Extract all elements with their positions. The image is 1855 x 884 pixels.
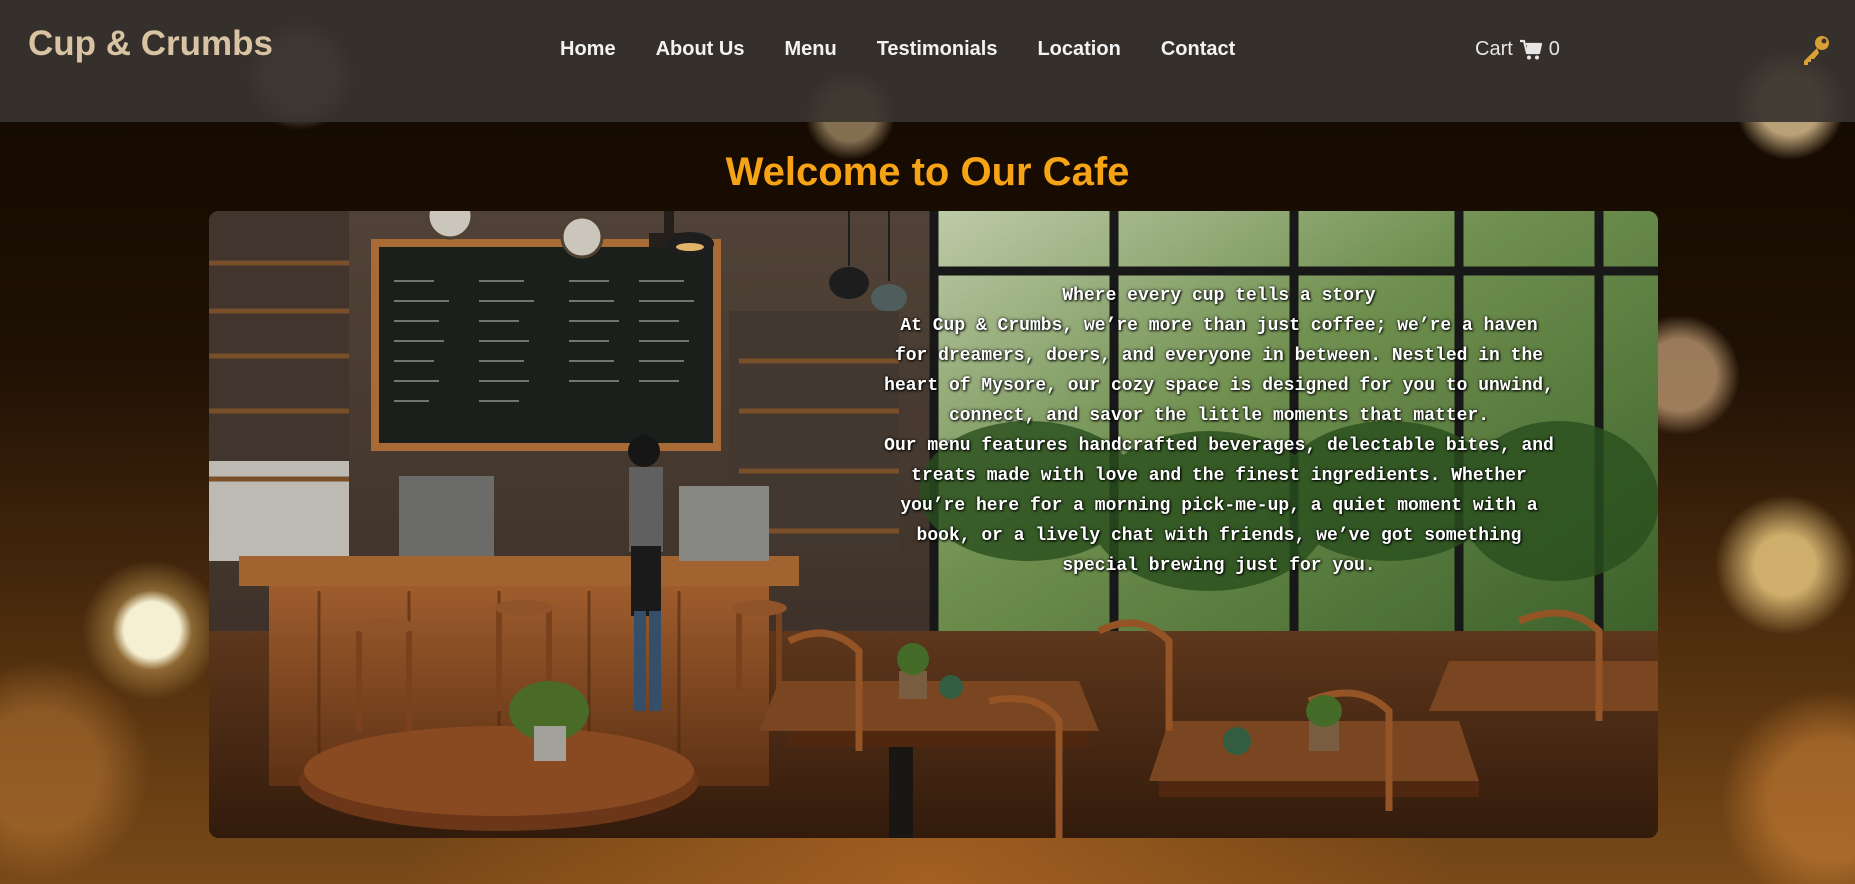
cart-icon [1519,39,1542,59]
nav-testimonials[interactable]: Testimonials [877,38,998,61]
page-title: Welcome to Our Cafe [725,150,1130,194]
site-logo[interactable]: Cup & Crumbs [28,24,273,64]
story-text: Where every cup tells a story At Cup & C… [879,281,1559,581]
nav-home[interactable]: Home [560,38,616,61]
hero-section: Where every cup tells a story At Cup & C… [209,211,1658,838]
cart-label: Cart [1475,38,1513,60]
story-paragraph-1: At Cup & Crumbs, we’re more than just co… [884,316,1554,426]
cart-button[interactable]: Cart 0 [1475,38,1560,61]
cart-count: 0 [1548,38,1560,60]
top-navbar: Cup & Crumbs Home About Us Menu Testimon… [0,0,1855,122]
story-paragraph-2: Our menu features handcrafted beverages,… [884,436,1554,576]
story-heading: Where every cup tells a story [1062,286,1376,306]
nav-contact[interactable]: Contact [1161,38,1235,61]
nav-menu[interactable]: Menu [784,38,836,61]
nav-location[interactable]: Location [1037,38,1120,61]
nav-about-us[interactable]: About Us [656,38,745,61]
key-icon[interactable] [1800,33,1832,67]
main-nav: Home About Us Menu Testimonials Location… [560,38,1275,61]
